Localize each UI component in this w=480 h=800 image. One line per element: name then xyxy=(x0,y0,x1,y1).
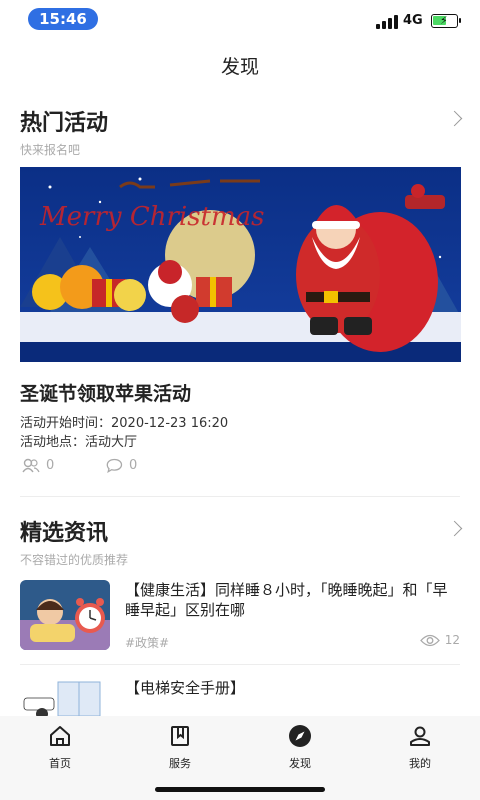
signal-icon xyxy=(376,15,398,29)
news-item-title: 【健康生活】同样睡８小时，「晚睡晚起」和「早睡早起」区别在哪 xyxy=(125,581,448,619)
event-location-label: 活动地点： xyxy=(20,435,86,450)
tab-service[interactable]: 服务 xyxy=(150,724,210,771)
status-time: 15:46 xyxy=(28,8,98,30)
home-indicator xyxy=(155,787,325,792)
tab-discover-label: 发现 xyxy=(289,757,311,770)
comment-icon xyxy=(106,458,123,473)
sleep-illustration-image xyxy=(20,580,110,650)
news-thumbnail xyxy=(20,678,110,716)
comments-stat: 0 xyxy=(106,458,137,473)
compass-icon xyxy=(289,725,311,747)
event-banner[interactable]: Merry Christmas xyxy=(20,167,461,362)
event-location: 活动地点：活动大厅 xyxy=(20,431,137,450)
news-item[interactable]: 【健康生活】同样睡８小时，「晚睡晚起」和「早睡早起」区别在哪 #政策# 12 xyxy=(20,580,460,660)
news-header[interactable]: 精选资讯 不容错过的优质推荐 xyxy=(20,515,463,568)
network-type: 4G xyxy=(403,13,423,28)
users-icon xyxy=(22,458,40,473)
news-thumbnail xyxy=(20,580,110,650)
comments-count: 0 xyxy=(129,458,138,473)
divider xyxy=(20,496,460,497)
news-item[interactable]: 【电梯安全手册】 xyxy=(20,678,460,718)
tab-home-label: 首页 xyxy=(49,757,71,770)
participants-count: 0 xyxy=(46,458,55,473)
news-item-title: 【电梯安全手册】 xyxy=(125,679,246,697)
elevator-illustration-image xyxy=(20,678,110,716)
event-title[interactable]: 圣诞节领取苹果活动 xyxy=(20,379,191,406)
event-location-value: 活动大厅 xyxy=(85,435,138,450)
activities-title: 热门活动 xyxy=(20,111,109,136)
activities-header[interactable]: 热门活动 快来报名吧 xyxy=(20,105,463,158)
user-icon xyxy=(410,726,430,746)
eye-icon xyxy=(419,634,440,646)
participants-stat: 0 xyxy=(22,458,54,473)
tab-service-label: 服务 xyxy=(169,757,191,770)
home-icon xyxy=(50,726,70,746)
news-item-views-count: 12 xyxy=(444,633,460,647)
news-item-tag: #政策# xyxy=(125,636,170,650)
event-start-time: 活动开始时间：2020-12-23 16:20 xyxy=(20,412,228,431)
christmas-banner-image: Merry Christmas xyxy=(20,167,461,362)
page-title: 发现 xyxy=(220,56,259,78)
battery-icon: ⚡ xyxy=(431,14,461,28)
status-bar: 15:46 4G ⚡ xyxy=(0,0,480,40)
news-subtitle: 不容错过的优质推荐 xyxy=(20,553,129,567)
event-start-time-label: 活动开始时间： xyxy=(20,416,112,431)
divider xyxy=(20,664,460,665)
news-item-views: 12 xyxy=(419,633,460,647)
news-title: 精选资讯 xyxy=(20,521,109,546)
svg-text:Merry Christmas: Merry Christmas xyxy=(39,202,265,232)
tab-mine[interactable]: 我的 xyxy=(390,724,450,771)
event-start-time-value: 2020-12-23 16:20 xyxy=(111,416,229,431)
tab-home[interactable]: 首页 xyxy=(30,724,90,771)
activities-subtitle: 快来报名吧 xyxy=(20,143,81,157)
tab-discover[interactable]: 发现 xyxy=(270,724,330,771)
book-icon xyxy=(171,726,189,746)
tab-mine-label: 我的 xyxy=(409,757,431,770)
